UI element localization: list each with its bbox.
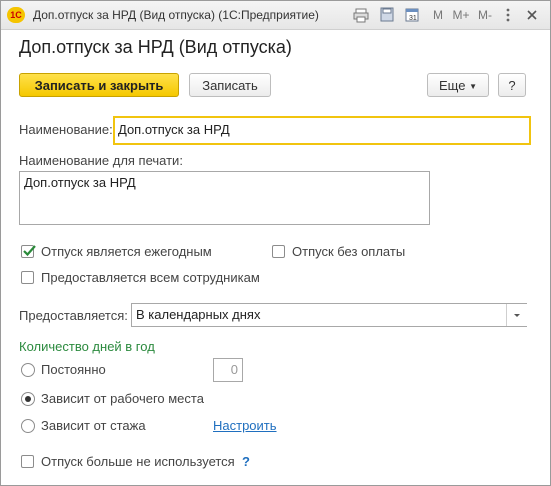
not-used-label: Отпуск больше не используется (41, 454, 235, 469)
title-bar: 1С Доп.отпуск за НРД (Вид отпуска) (1С:П… (1, 1, 550, 30)
more-actions-button[interactable]: Еще ▼ (427, 73, 489, 97)
more-menu-icon[interactable] (501, 6, 515, 24)
constant-days-input[interactable]: 0 (213, 358, 243, 382)
provided-select-value: В календарных днях (136, 307, 261, 322)
days-per-year-heading: Количество дней в год (19, 339, 155, 354)
print-icon[interactable] (353, 6, 369, 24)
save-disk-icon[interactable] (379, 6, 395, 24)
annual-checkbox[interactable] (21, 245, 36, 258)
dropdown-arrow-icon[interactable] (506, 304, 527, 326)
workplace-radio-label: Зависит от рабочего места (41, 391, 204, 406)
configure-link[interactable]: Настроить (213, 418, 277, 433)
constant-radio-label: Постоянно (41, 362, 106, 377)
seniority-radio-label: Зависит от стажа (41, 418, 146, 433)
print-name-textarea[interactable]: Доп.отпуск за НРД (19, 171, 430, 225)
help-question-icon[interactable]: ? (242, 454, 250, 469)
not-used-checkbox[interactable] (21, 455, 34, 468)
print-name-label: Наименование для печати: (19, 153, 183, 168)
all-employees-checkbox[interactable] (21, 271, 34, 284)
more-actions-label: Еще (439, 78, 466, 93)
memory-minus-button[interactable]: M- (476, 6, 494, 24)
close-icon[interactable] (523, 6, 541, 24)
save-and-close-button[interactable]: Записать и закрыть (19, 73, 179, 97)
unpaid-label: Отпуск без оплаты (292, 244, 406, 259)
svg-text:31: 31 (409, 15, 417, 22)
1c-logo-icon: 1С (7, 7, 25, 23)
seniority-radio[interactable] (21, 419, 35, 433)
name-input[interactable]: Доп.отпуск за НРД (113, 116, 531, 145)
provided-label: Предоставляется: (19, 308, 128, 323)
help-button[interactable]: ? (498, 73, 526, 97)
name-label: Наименование: (19, 122, 113, 137)
memory-plus-button[interactable]: M+ (451, 6, 471, 24)
all-employees-label: Предоставляется всем сотрудникам (41, 270, 260, 285)
window-title: Доп.отпуск за НРД (Вид отпуска) (1С:Пред… (33, 8, 319, 22)
memory-button[interactable]: M (431, 6, 445, 24)
radio-selected-dot (25, 396, 31, 402)
constant-radio[interactable] (21, 363, 35, 377)
unpaid-checkbox[interactable] (272, 245, 285, 258)
annual-label: Отпуск является ежегодным (41, 244, 212, 259)
chevron-down-icon: ▼ (469, 82, 477, 91)
app-window: 1С Доп.отпуск за НРД (Вид отпуска) (1С:П… (0, 0, 551, 486)
form-title: Доп.отпуск за НРД (Вид отпуска) (19, 37, 292, 57)
save-button[interactable]: Записать (189, 73, 271, 97)
workplace-radio[interactable] (21, 392, 35, 406)
provided-select[interactable]: В календарных днях (131, 303, 527, 327)
calendar-icon[interactable]: 31 (404, 6, 420, 24)
